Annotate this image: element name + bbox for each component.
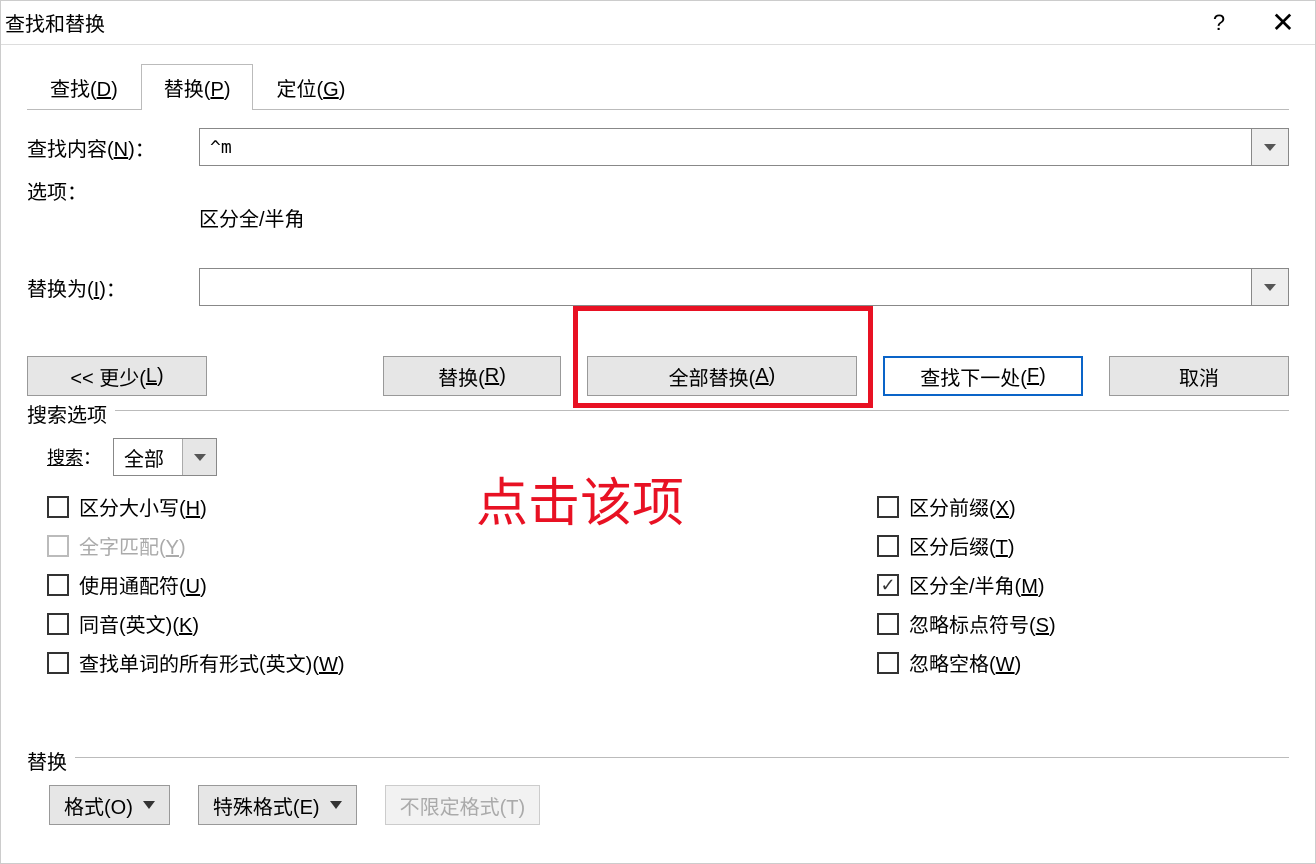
checkbox-label: 区分全/半角(M) <box>909 570 1045 599</box>
tabs: 查找(D) 替换(P) 定位(G) <box>27 63 1289 110</box>
find-next-button[interactable]: 查找下一处(F) <box>883 356 1083 396</box>
checkbox-label: 全字匹配(Y) <box>79 531 186 560</box>
checkbox-label: 查找单词的所有形式(英文)(W) <box>79 648 345 677</box>
checkbox-label: 使用通配符(U) <box>79 570 207 599</box>
find-dropdown-button[interactable] <box>1251 128 1289 166</box>
chevron-down-icon <box>194 454 206 461</box>
replace-format-legend: 替换 <box>27 746 75 775</box>
search-direction-value: 全部 <box>114 443 182 472</box>
annotation-text: 点击该项 <box>476 461 684 536</box>
titlebar-controls: ? ✕ <box>1197 5 1305 41</box>
help-button[interactable]: ? <box>1197 5 1241 41</box>
find-combo <box>199 128 1289 166</box>
checkbox-option[interactable]: 区分大小写(H) <box>47 492 877 521</box>
titlebar: 查找和替换 ? ✕ <box>1 1 1315 45</box>
checkbox <box>877 652 899 674</box>
find-row: 查找内容(N)： <box>27 128 1289 166</box>
options-label: 选项： <box>27 176 199 205</box>
options-value: 区分全/半角 <box>199 203 1289 232</box>
checkbox-option[interactable]: 使用通配符(U) <box>47 570 877 599</box>
check-icon: ✓ <box>880 576 895 594</box>
checkbox-option: 全字匹配(Y) <box>47 531 877 560</box>
checkbox-option[interactable]: 查找单词的所有形式(英文)(W) <box>47 648 877 677</box>
checkbox <box>877 613 899 635</box>
find-replace-dialog: 查找和替换 ? ✕ 查找(D) 替换(P) 定位(G) 查找内容(N)： <box>0 0 1316 864</box>
replace-row: 替换为(I)： <box>27 268 1289 306</box>
checkbox <box>47 574 69 596</box>
tab-replace[interactable]: 替换(P) <box>141 64 254 110</box>
dialog-content: 查找(D) 替换(P) 定位(G) 查找内容(N)： 选项： 区分全/半角 <box>1 45 1315 835</box>
close-button[interactable]: ✕ <box>1261 5 1305 41</box>
special-format-button[interactable]: 特殊格式(E) <box>198 785 357 825</box>
checkbox-label: 忽略标点符号(S) <box>909 609 1056 638</box>
checkbox-col-left: 区分大小写(H) 全字匹配(Y) 使用通配符(U) 同音(英文)(K) 查找单词的所有形… <box>47 492 877 677</box>
dialog-title: 查找和替换 <box>5 8 105 37</box>
find-label: 查找内容(N)： <box>27 133 199 162</box>
dropdown-button <box>182 439 216 475</box>
checkbox-option[interactable]: 区分前缀(X) <box>877 492 1056 521</box>
replace-format-fieldset: 替换 格式(O) 特殊格式(E) 不限定格式(T) <box>27 757 1289 825</box>
checkbox-option[interactable]: ✓ 区分全/半角(M) <box>877 570 1056 599</box>
checkbox-option[interactable]: 忽略标点符号(S) <box>877 609 1056 638</box>
checkbox-label: 区分大小写(H) <box>79 492 207 521</box>
triangle-down-icon <box>330 801 342 809</box>
button-row: << 更少(L) 替换(R) 全部替换(A) 查找下一处(F) 取消 <box>27 356 1289 396</box>
replace-button[interactable]: 替换(R) <box>383 356 561 396</box>
checkbox-label: 同音(英文)(K) <box>79 609 199 638</box>
tab-find[interactable]: 查找(D) <box>27 64 141 110</box>
search-options-fieldset: 搜索选项 搜索： 全部 区分大小写(H)全字匹配(Y)使用通配符(U)同音(英文… <box>27 410 1289 677</box>
less-button[interactable]: << 更少(L) <box>27 356 207 396</box>
replace-label: 替换为(I)： <box>27 273 199 302</box>
checkbox <box>47 613 69 635</box>
checkbox-option[interactable]: 忽略空格(W) <box>877 648 1056 677</box>
options-row: 选项： <box>27 176 1289 205</box>
checkbox-col-right: 区分前缀(X) 区分后缀(T) ✓ 区分全/半角(M) 忽略标点符号(S) 忽略空格(W) <box>877 492 1056 677</box>
search-options-legend: 搜索选项 <box>27 399 115 428</box>
checkbox-label: 区分前缀(X) <box>909 492 1016 521</box>
search-direction-label: 搜索： <box>47 444 101 470</box>
chevron-down-icon <box>1264 144 1276 151</box>
cancel-button[interactable]: 取消 <box>1109 356 1289 396</box>
checkbox: ✓ <box>877 574 899 596</box>
checkbox <box>47 535 69 557</box>
replace-all-button[interactable]: 全部替换(A) <box>587 356 857 396</box>
no-format-button: 不限定格式(T) <box>385 785 541 825</box>
triangle-down-icon <box>143 801 155 809</box>
search-direction-dropdown[interactable]: 全部 <box>113 438 217 476</box>
checkbox <box>877 535 899 557</box>
find-input[interactable] <box>199 128 1251 166</box>
checkbox <box>47 652 69 674</box>
format-button[interactable]: 格式(O) <box>49 785 170 825</box>
checkbox-label: 忽略空格(W) <box>909 648 1021 677</box>
checkbox-option[interactable]: 区分后缀(T) <box>877 531 1056 560</box>
replace-input[interactable] <box>199 268 1251 306</box>
checkbox <box>47 496 69 518</box>
checkbox-label: 区分后缀(T) <box>909 531 1015 560</box>
checkbox-option[interactable]: 同音(英文)(K) <box>47 609 877 638</box>
checkbox <box>877 496 899 518</box>
chevron-down-icon <box>1264 284 1276 291</box>
replace-dropdown-button[interactable] <box>1251 268 1289 306</box>
replace-combo <box>199 268 1289 306</box>
tab-goto[interactable]: 定位(G) <box>253 64 368 110</box>
